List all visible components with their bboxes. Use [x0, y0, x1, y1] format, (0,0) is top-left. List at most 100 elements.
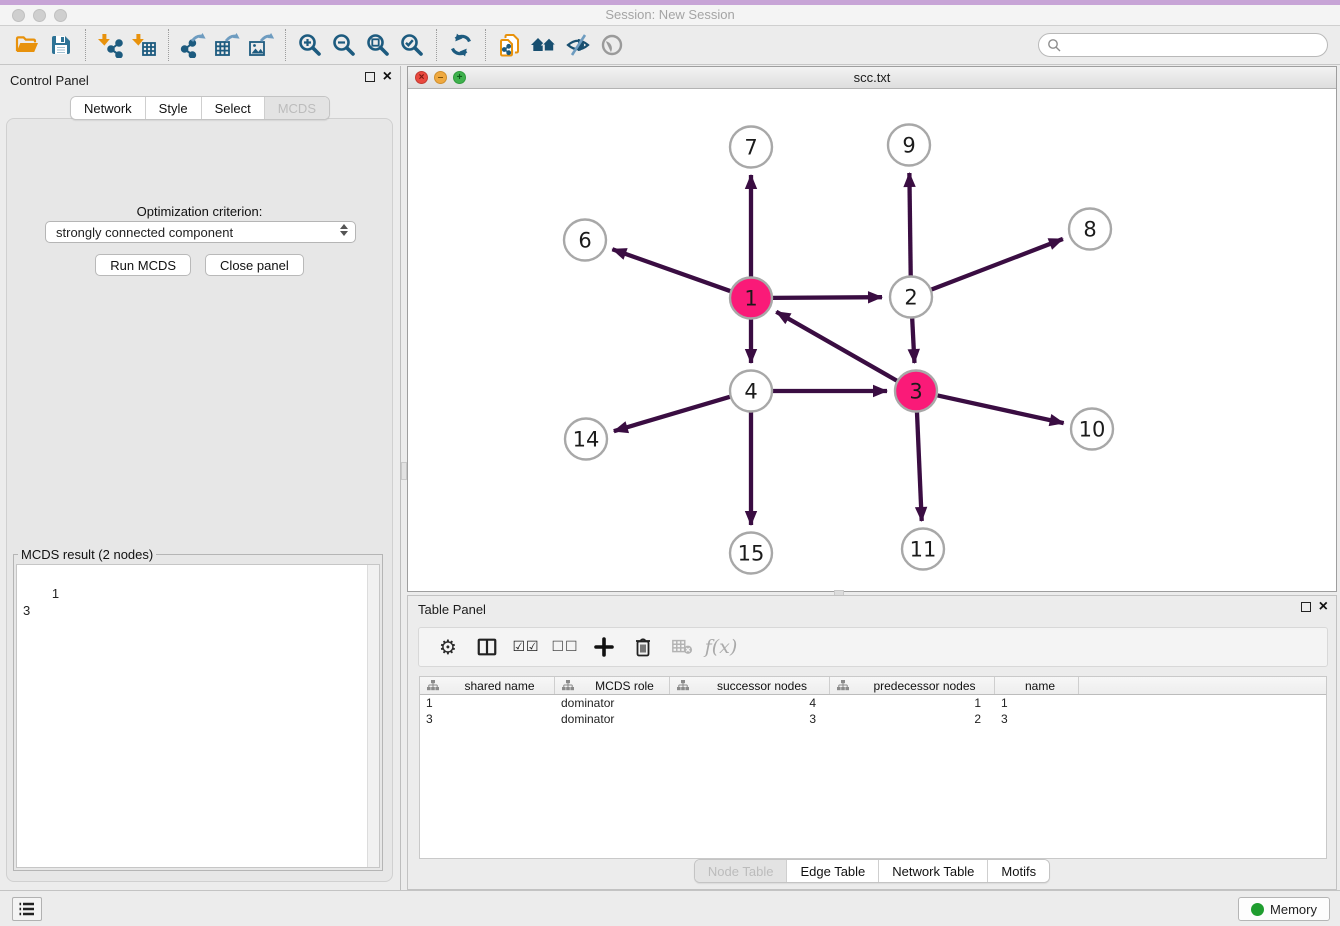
add-column-button[interactable] — [592, 635, 616, 659]
svg-text:8: 8 — [1083, 218, 1096, 242]
svg-text:10: 10 — [1079, 418, 1106, 442]
column-header-successor-nodes[interactable]: successor nodes — [670, 677, 830, 694]
graph-node-6[interactable]: 6 — [564, 220, 606, 261]
eye-slash-icon — [565, 32, 591, 58]
toolbar-separator — [285, 29, 286, 61]
mcds-result-values: 1 3 — [23, 586, 59, 618]
tab-network[interactable]: Network — [71, 97, 146, 119]
graph-edge-2-9[interactable] — [909, 173, 910, 276]
export-table-icon — [214, 32, 240, 58]
graph-node-2[interactable]: 2 — [890, 277, 932, 318]
search-field[interactable] — [1038, 33, 1328, 57]
memory-button[interactable]: Memory — [1238, 897, 1330, 921]
toggle-birds-eye-button[interactable] — [595, 29, 629, 61]
tab-edge-table[interactable]: Edge Table — [787, 860, 879, 882]
table-cell: 1 — [830, 696, 995, 710]
table-cell: 1 — [995, 696, 1079, 710]
import-table-button[interactable] — [127, 29, 161, 61]
close-panel-icon[interactable]: × — [383, 72, 392, 82]
graph-edge-1-6[interactable] — [612, 249, 730, 291]
select-all-rows-button[interactable]: ☑☑ — [514, 635, 538, 659]
graph-edge-3-1[interactable] — [776, 312, 897, 381]
tab-style[interactable]: Style — [146, 97, 202, 119]
toolbar-separator — [436, 29, 437, 61]
svg-text:3: 3 — [909, 380, 922, 404]
table-settings-button[interactable]: ⚙ — [436, 635, 460, 659]
close-panel-button[interactable]: Close panel — [205, 254, 304, 276]
hide-panels-button[interactable] — [561, 29, 595, 61]
close-table-panel-icon[interactable]: × — [1319, 602, 1328, 612]
export-network-button[interactable] — [176, 29, 210, 61]
mcds-result-group: MCDS result (2 nodes) 1 3 — [13, 547, 383, 871]
clone-network-button[interactable] — [493, 29, 527, 61]
network-graph-canvas[interactable]: 7 9 6 8 1 2 4 3 14 10 15 11 — [408, 89, 1336, 592]
delete-column-button[interactable] — [631, 635, 655, 659]
column-header-shared-name[interactable]: shared name — [420, 677, 555, 694]
zoom-fit-icon — [365, 32, 391, 58]
zoom-out-button[interactable] — [327, 29, 361, 61]
graph-node-9[interactable]: 9 — [888, 125, 930, 166]
mcds-panel-body: Optimization criterion: strongly connect… — [6, 118, 393, 882]
search-icon — [1047, 38, 1061, 52]
graph-node-7[interactable]: 7 — [730, 127, 772, 168]
column-header-predecessor-nodes[interactable]: predecessor nodes — [830, 677, 995, 694]
show-columns-button[interactable] — [475, 635, 499, 659]
task-history-button[interactable] — [12, 897, 42, 921]
show-all-panels-button[interactable] — [527, 29, 561, 61]
deselect-all-rows-button[interactable]: ☐☐ — [553, 635, 577, 659]
open-session-button[interactable] — [10, 29, 44, 61]
graph-node-4[interactable]: 4 — [730, 371, 772, 412]
column-header-mcds-role[interactable]: MCDS role — [555, 677, 670, 694]
table-row[interactable]: 1dominator411 — [420, 695, 1326, 711]
list-icon — [18, 901, 36, 917]
run-mcds-button[interactable]: Run MCDS — [95, 254, 191, 276]
graph-edge-4-14[interactable] — [614, 397, 730, 431]
criterion-select[interactable]: strongly connected component — [45, 221, 356, 243]
import-network-button[interactable] — [93, 29, 127, 61]
zoom-selected-icon — [399, 32, 425, 58]
apply-layout-button[interactable] — [444, 29, 478, 61]
graph-node-15[interactable]: 15 — [730, 533, 772, 574]
graph-edge-2-3[interactable] — [912, 318, 914, 363]
float-table-panel-icon[interactable] — [1301, 602, 1311, 612]
search-input[interactable] — [1066, 38, 1316, 52]
graph-node-8[interactable]: 8 — [1069, 209, 1111, 250]
table-cell: dominator — [555, 696, 670, 710]
svg-text:14: 14 — [573, 428, 600, 452]
checked-boxes-icon: ☑☑ — [512, 639, 539, 655]
zoom-selected-button[interactable] — [395, 29, 429, 61]
hierarchy-icon — [837, 680, 849, 691]
zoom-in-button[interactable] — [293, 29, 327, 61]
zoom-in-icon — [297, 32, 323, 58]
float-panel-icon[interactable] — [365, 72, 375, 82]
tab-motifs[interactable]: Motifs — [988, 860, 1049, 882]
open-folder-icon — [14, 32, 40, 58]
mcds-result-list[interactable]: 1 3 — [16, 564, 380, 868]
table-panel-header: Table Panel × — [408, 596, 1336, 622]
tab-network-table[interactable]: Network Table — [879, 860, 988, 882]
graph-node-1[interactable]: 1 — [730, 278, 772, 319]
network-window-titlebar[interactable]: × – + scc.txt — [408, 67, 1336, 89]
graph-edge-1-2[interactable] — [773, 297, 882, 298]
result-scrollbar[interactable] — [367, 565, 379, 867]
tab-mcds[interactable]: MCDS — [265, 97, 329, 119]
export-image-button[interactable] — [244, 29, 278, 61]
svg-text:9: 9 — [902, 134, 915, 158]
graph-node-14[interactable]: 14 — [565, 419, 607, 460]
graph-node-3[interactable]: 3 — [895, 371, 937, 412]
toolbar-separator — [485, 29, 486, 61]
export-table-button[interactable] — [210, 29, 244, 61]
graph-node-11[interactable]: 11 — [902, 529, 944, 570]
tab-node-table[interactable]: Node Table — [695, 860, 788, 882]
unchecked-boxes-icon: ☐☐ — [551, 639, 578, 655]
graph-edge-2-8[interactable] — [932, 239, 1063, 290]
tab-select[interactable]: Select — [202, 97, 265, 119]
column-header-name[interactable]: name — [995, 677, 1079, 694]
save-session-button[interactable] — [44, 29, 78, 61]
zoom-fit-button[interactable] — [361, 29, 395, 61]
table-row[interactable]: 3dominator323 — [420, 711, 1326, 727]
graph-edge-3-10[interactable] — [938, 395, 1064, 423]
graph-node-10[interactable]: 10 — [1071, 409, 1113, 450]
graph-edge-3-11[interactable] — [917, 412, 922, 521]
svg-text:15: 15 — [738, 542, 765, 566]
